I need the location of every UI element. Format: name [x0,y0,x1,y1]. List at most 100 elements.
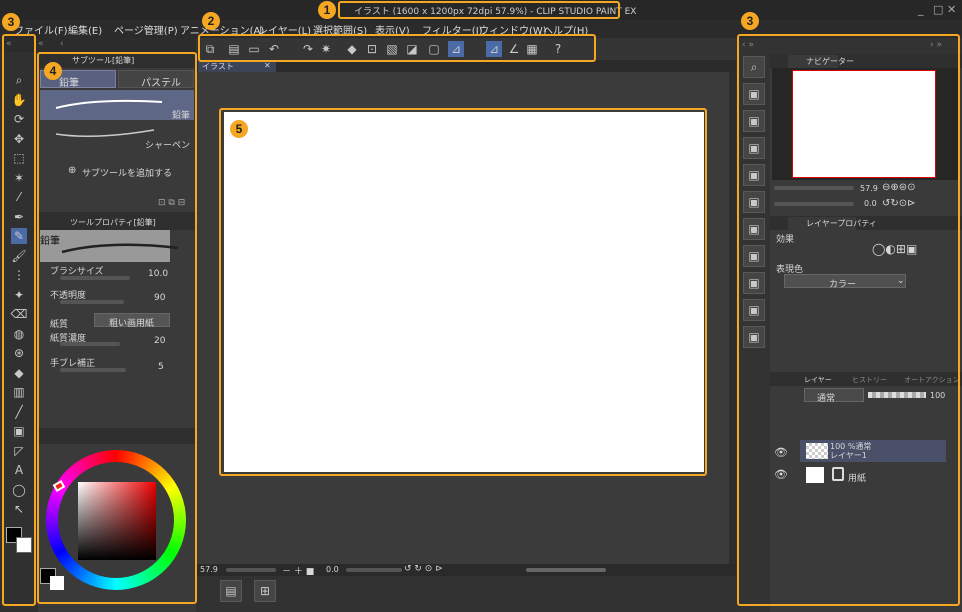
subtool-item-pencil[interactable]: 鉛筆 [40,90,194,121]
stabilization-value[interactable]: 5 [158,362,164,372]
pen-icon[interactable]: ✒ [11,209,27,225]
layer-opacity-value[interactable]: 100 [930,391,945,400]
layer-toolbar-icons[interactable] [772,408,960,442]
fill-icon[interactable]: ◆ [11,365,27,381]
help-icon[interactable]: ? [550,41,566,57]
frame-icon[interactable]: ▣ [11,423,27,439]
tab-history[interactable]: ヒストリー [852,375,887,385]
opacity-value[interactable]: 90 [154,293,165,303]
eye-icon[interactable]: 👁 [774,446,788,459]
blend-icon[interactable]: ◍ [11,326,27,342]
navigator-rotation[interactable]: 0.0 [864,199,877,208]
zoom-slider[interactable] [226,568,276,572]
zoom-icon[interactable]: ⌕ [11,72,27,88]
settings-icon[interactable]: ▦ [524,41,540,57]
menu-edit[interactable]: 編集(E) [68,22,102,37]
chevron-left-icon[interactable]: ‹ [60,39,64,49]
pencil-icon[interactable]: ✎ [11,228,27,244]
close-button[interactable]: ✕ [947,3,956,16]
image-icon[interactable]: ▣ [743,191,765,213]
sub-color-swatch[interactable] [16,537,32,553]
minimize-button[interactable]: _ [918,3,924,16]
new-icon[interactable]: ⧉ [202,41,218,57]
menu-help[interactable]: ヘルプ(H) [543,22,588,37]
subtool-item-mechanical-pencil[interactable]: シャーペン [40,122,194,151]
menu-filter[interactable]: フィルター(I) [422,22,483,37]
rotation-slider[interactable] [346,568,402,572]
operation-icon[interactable]: ↖ [11,501,27,517]
canvas-paper[interactable] [224,112,704,472]
lasso-icon[interactable]: ◯ [11,482,27,498]
navigator-tab[interactable]: ナビゲーター [788,55,854,68]
close-tab-icon[interactable]: ✕ [264,61,271,70]
open-icon[interactable]: ▤ [226,41,242,57]
navigator-rotation-slider[interactable] [774,202,854,206]
select-none-icon[interactable]: ▧ [384,41,400,57]
layer-row-1[interactable]: 100 %通常 レイヤー1 [800,440,946,462]
menu-file[interactable]: ファイル(F) [14,22,68,37]
text-icon[interactable]: A [11,462,27,478]
edit-icon[interactable]: ▣ [743,272,765,294]
delete-icon[interactable]: ▣ [743,137,765,159]
collapse-right-icon[interactable]: › » [930,40,942,50]
clear-icon[interactable]: ✷ [318,41,334,57]
search-material-icon[interactable]: ⌕ [743,56,765,78]
stabilization-slider[interactable] [60,368,126,372]
fill-icon[interactable]: ◆ [344,41,360,57]
collapse-icon[interactable]: « [38,39,44,49]
menu-window[interactable]: ウィンドウ(W) [479,22,547,37]
menu-view[interactable]: 表示(V) [375,22,410,37]
status-zoom[interactable]: 57.9 [200,565,218,574]
hand-icon[interactable]: ✋ [11,92,27,108]
navigator-zoom[interactable]: 57.9 [860,184,878,193]
material-icon[interactable]: ▣ [743,218,765,240]
menu-animation[interactable]: アニメーション(A) [180,22,264,37]
tab-auto-action[interactable]: オートアクション [904,375,960,385]
effect-icons[interactable]: ◯◐⊞▣ [872,242,917,256]
status-rotation[interactable]: 0.0 [326,565,339,574]
opacity-slider[interactable] [60,300,124,304]
gradient-icon[interactable]: ▥ [11,384,27,400]
export-icon[interactable]: ▣ [743,326,765,348]
brush-size-slider[interactable] [60,276,130,280]
navigator-rotation-icons[interactable]: ↺↻⊙⊳ [882,198,916,209]
layer-search-icon[interactable]: ⊞ [254,580,276,602]
balloon-icon[interactable]: ◸ [11,443,27,459]
collapse-left-icon[interactable]: ‹ » [742,40,754,50]
ruler-snap-icon[interactable]: ⊿ [486,41,502,57]
blend-mode-select[interactable]: 通常 [804,388,864,404]
eraser-icon[interactable]: ⌫ [11,306,28,322]
layer-icon[interactable]: ▣ [743,110,765,132]
brush-size-value[interactable]: 10.0 [148,269,168,279]
collapse-icon[interactable]: « [6,39,12,49]
gradient-fill-icon[interactable]: ⊛ [11,345,27,361]
panel-sub-color[interactable] [50,576,64,590]
transform-icon[interactable]: ⊡ [364,41,380,57]
line-icon[interactable]: ╱ [11,404,27,420]
invert-icon[interactable]: ◪ [404,41,420,57]
ruler-snap-icon[interactable]: ⊿ [448,41,464,57]
saturation-value-square[interactable] [78,482,156,560]
material-icon[interactable]: ▣ [743,164,765,186]
magic-wand-icon[interactable]: ✶ [11,170,27,186]
camera-icon[interactable]: ▣ [743,299,765,321]
paper-density-slider[interactable] [60,342,120,346]
canvas-tab[interactable]: イラスト ✕ [198,60,276,72]
eyedropper-icon[interactable]: ⁄ [11,189,27,205]
menu-layer[interactable]: レイヤー(L) [258,22,311,37]
paper-texture-button[interactable]: 粗い画用紙 [94,313,170,329]
timeline-icon[interactable]: ▤ [220,580,242,602]
delete-icon[interactable]: ▣ [743,83,765,105]
redo-icon[interactable]: ↷ [300,41,316,57]
airbrush-icon[interactable]: ⋮ [11,267,27,283]
navigator-zoom-slider[interactable] [774,186,854,190]
navigator-zoom-icons[interactable]: ⊖⊕⊜⊙ [882,182,916,193]
horizontal-scrollbar[interactable] [526,568,606,572]
paper-density-value[interactable]: 20 [154,336,165,346]
brush-icon[interactable]: 🖌 [11,248,27,264]
move-icon[interactable]: ✥ [11,131,27,147]
maximize-button[interactable]: □ [933,3,943,16]
guide-icon[interactable]: ▢ [426,41,442,57]
layer-opacity-slider[interactable] [868,392,926,398]
save-icon[interactable]: ▭ [246,41,262,57]
